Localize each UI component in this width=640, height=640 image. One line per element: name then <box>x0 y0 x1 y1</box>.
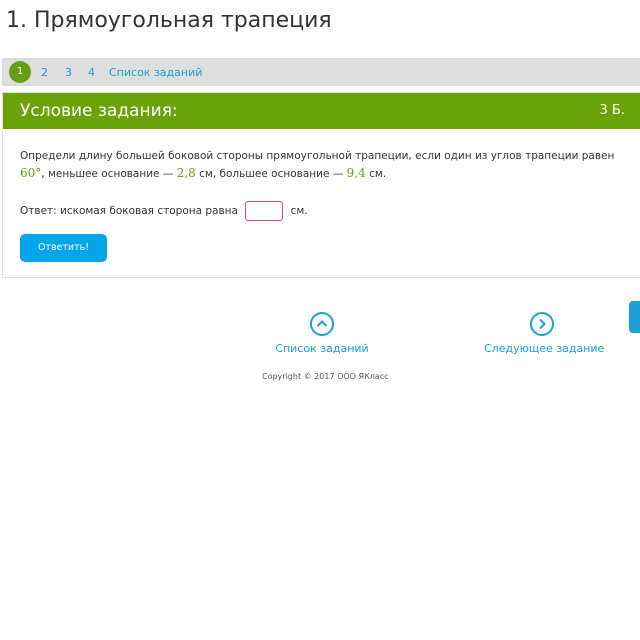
task-header: Условие задания: 3 Б. <box>3 93 640 129</box>
statement-part-3: см, большее основание — <box>199 168 344 180</box>
submit-button[interactable]: Ответить! <box>20 234 107 262</box>
tab-current[interactable]: 1 <box>9 61 31 83</box>
page-title: 1. Прямоугольная трапеция <box>6 8 332 33</box>
small-base-value: 2,8 <box>176 166 196 180</box>
tab-2[interactable]: 2 <box>41 66 48 79</box>
answer-row: Ответ: искомая боковая сторона равна см. <box>20 201 308 223</box>
task-list-link[interactable]: Список заданий <box>274 312 370 355</box>
task-statement: Определи длину большей боковой стороны п… <box>20 148 620 183</box>
breadcrumb <box>6 0 626 4</box>
chevron-right-icon <box>530 312 554 336</box>
statement-part-4: см. <box>369 168 387 180</box>
tab-task-list[interactable]: Список заданий <box>109 66 202 79</box>
big-base-value: 9,4 <box>346 166 366 180</box>
task-header-title: Условие задания: <box>20 101 178 121</box>
next-task-label: Следующее задание <box>484 342 605 355</box>
next-task-link[interactable]: Следующее задание <box>484 312 605 355</box>
statement-part-2: , меньшее основание — <box>41 168 174 180</box>
tab-4[interactable]: 4 <box>88 66 95 79</box>
answer-unit: см. <box>290 205 308 217</box>
task-box: Условие задания: 3 Б. Определи длину бол… <box>2 92 640 278</box>
angle-value: 60° <box>20 166 42 180</box>
statement-part-1: Определи длину большей боковой стороны п… <box>20 150 615 162</box>
task-list-label: Список заданий <box>275 342 369 355</box>
task-points: 3 Б. <box>599 103 625 118</box>
task-tabs-bar: 1 2 3 4 Список заданий <box>2 58 640 86</box>
answer-input[interactable] <box>245 201 284 221</box>
answer-label: Ответ: искомая боковая сторона равна <box>20 205 238 217</box>
side-feedback-tab[interactable] <box>629 301 640 333</box>
chevron-up-icon <box>310 312 334 336</box>
tab-3[interactable]: 3 <box>65 66 72 79</box>
copyright: Copyright © 2017 ООО ЯКласс <box>262 372 389 381</box>
